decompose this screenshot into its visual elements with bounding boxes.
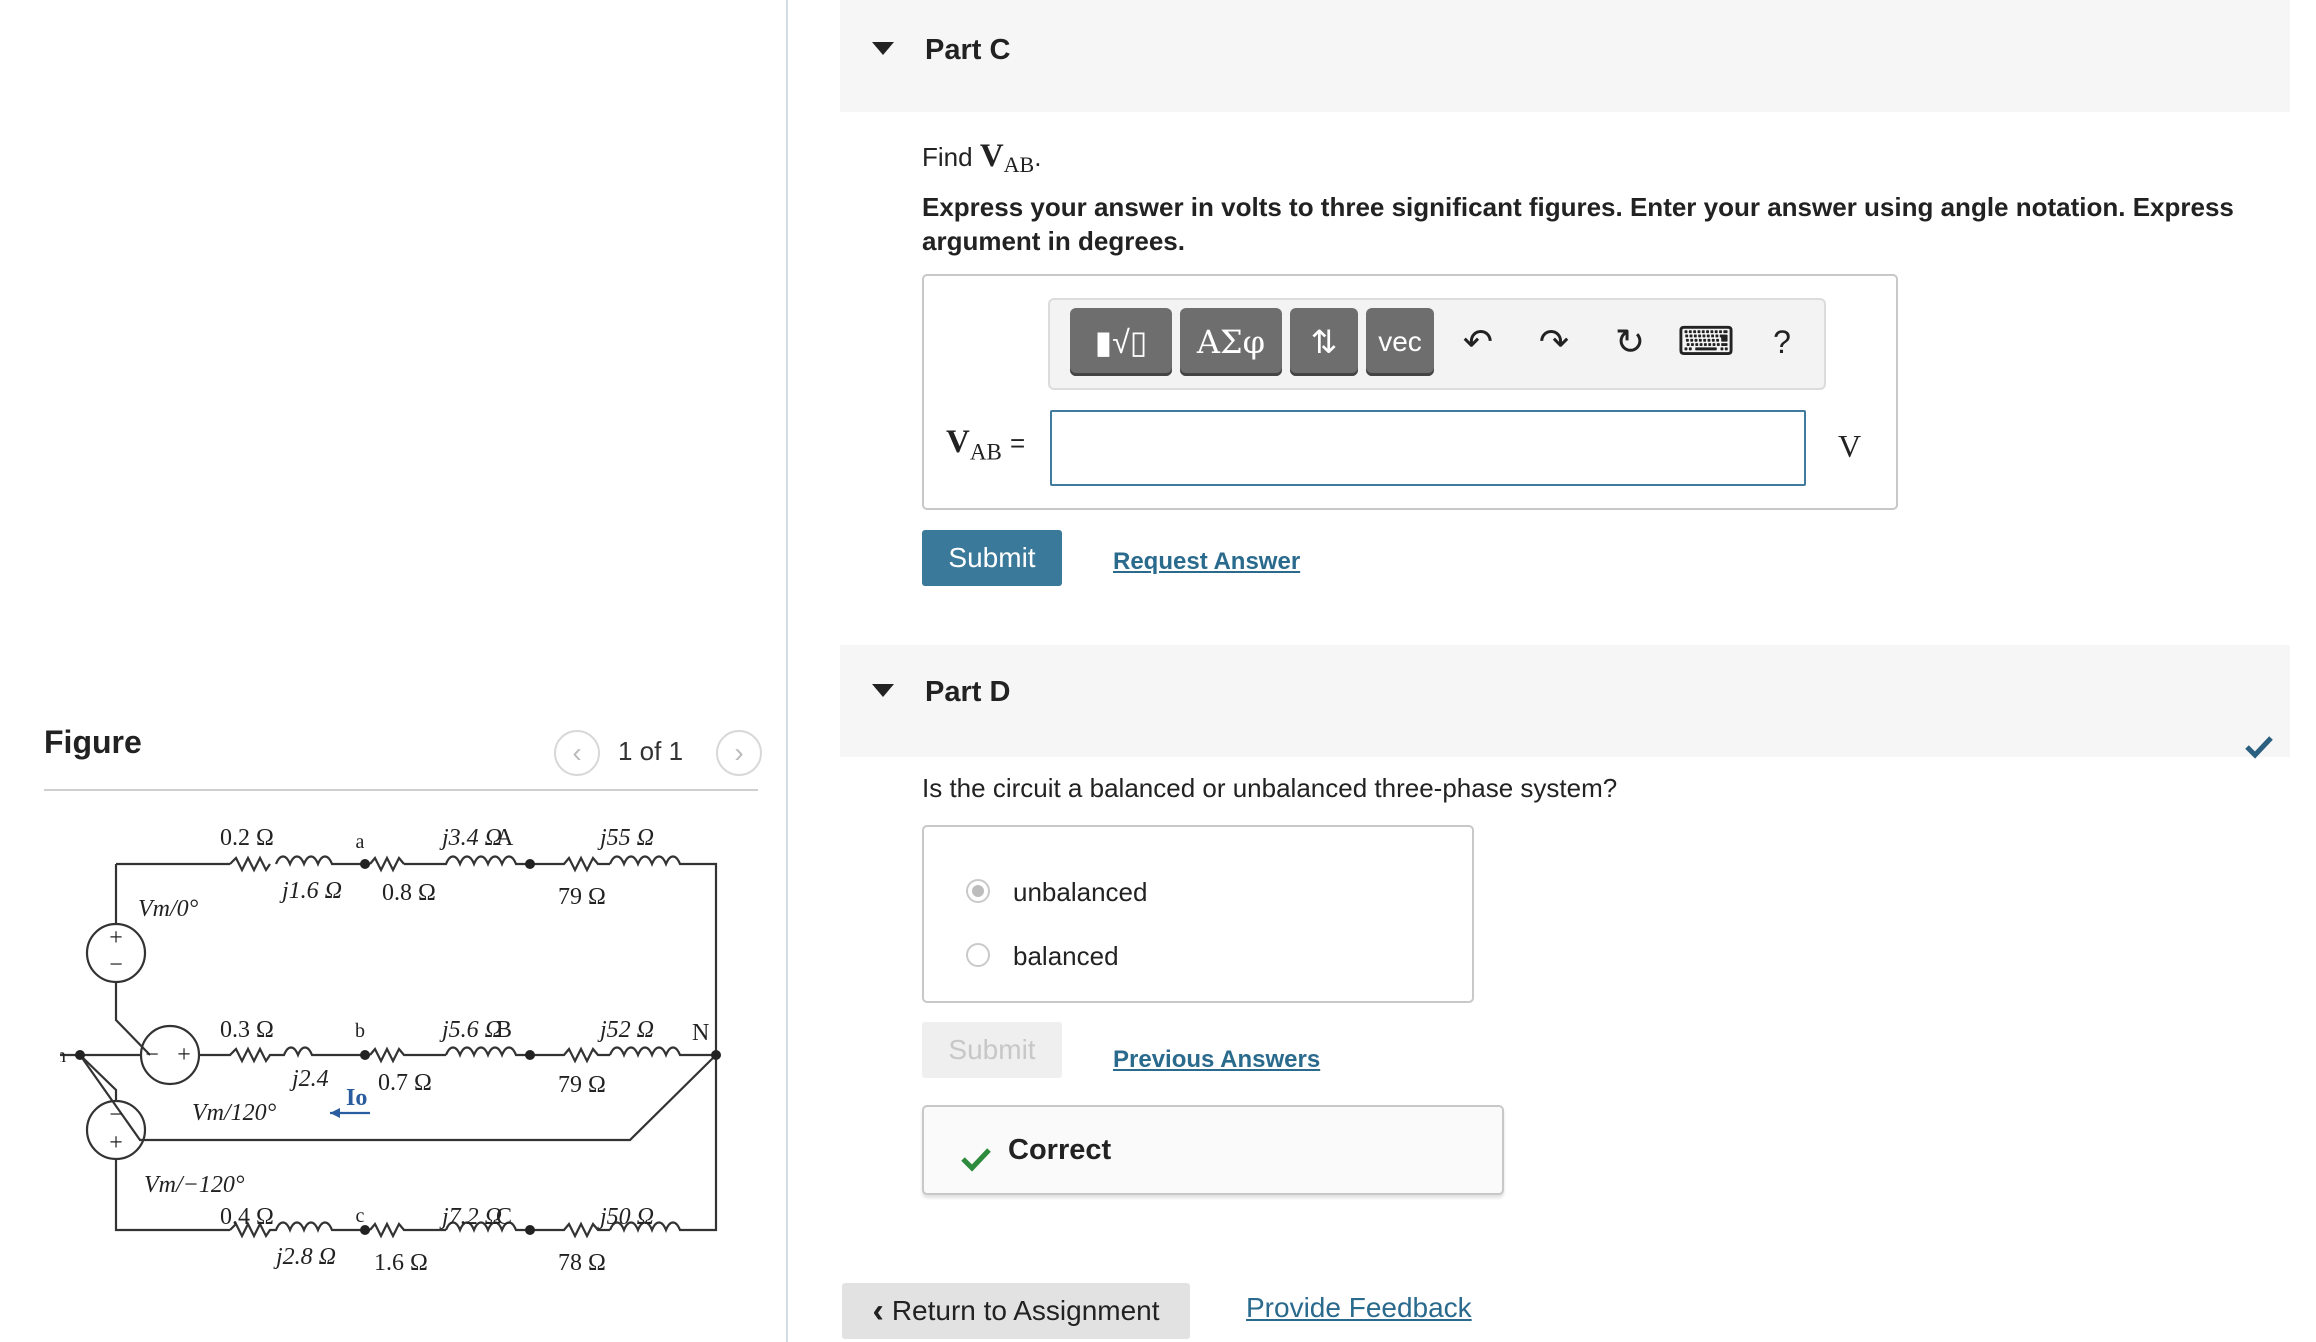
label-r-c3: 78 Ω (558, 1250, 606, 1276)
label-x-b3: j52 Ω (597, 1017, 654, 1043)
find-prefix: Find (922, 142, 973, 172)
provide-feedback-link[interactable]: Provide Feedback (1246, 1292, 1472, 1324)
caret-down-icon[interactable] (872, 684, 894, 697)
svg-text:+: + (177, 1042, 191, 1068)
vec-button[interactable]: vec (1366, 308, 1434, 376)
label-r-a3: 79 Ω (558, 884, 606, 910)
find-variable: V (979, 138, 1004, 174)
label-current: Io (346, 1085, 367, 1111)
label-src-b: Vm/120° (192, 1100, 277, 1126)
label-r-b1: 0.3 Ω (220, 1017, 274, 1043)
submit-button-disabled[interactable]: Submit (922, 1022, 1062, 1078)
svg-text:−: − (109, 952, 123, 978)
label-x-b1: j2.4 (289, 1066, 329, 1092)
checkmark-icon (2245, 736, 2273, 759)
request-answer-link[interactable]: Request Answer (1113, 548, 1300, 576)
figure-title: Figure (44, 724, 142, 760)
unit-label: V (1838, 428, 1862, 464)
label-node-N: N (692, 1020, 709, 1046)
undo-icon[interactable]: ↶ (1448, 312, 1508, 372)
label-r-b2: 0.7 Ω (378, 1070, 432, 1096)
part-d-header[interactable] (840, 645, 2290, 757)
options-container (922, 825, 1474, 1003)
find-subscript: AB (1003, 152, 1035, 178)
option-label[interactable]: unbalanced (1013, 877, 1147, 908)
chevron-left-icon: ‹ (872, 1291, 884, 1330)
greek-icon: ΑΣφ (1196, 323, 1266, 361)
help-icon[interactable]: ? (1752, 312, 1812, 372)
label-node-a: a (356, 831, 365, 853)
label-x-c3: j50 Ω (597, 1204, 654, 1230)
keyboard-icon[interactable]: ⌨ (1676, 312, 1736, 372)
label-x-c1: j2.8 Ω (273, 1244, 336, 1270)
vec-label: vec (1378, 326, 1422, 357)
label-src-c: Vm/−120° (144, 1172, 245, 1198)
label-r-c1: 0.4 Ω (220, 1204, 274, 1230)
label-r-c2: 1.6 Ω (374, 1250, 428, 1276)
label-node-C: C (496, 1204, 512, 1230)
label-x-b2: j5.6 Ω (439, 1017, 502, 1043)
return-label: Return to Assignment (891, 1295, 1160, 1326)
return-to-assignment-button[interactable]: ‹ Return to Assignment (842, 1283, 1190, 1339)
part-c-prompt: Find VAB. (922, 138, 1042, 178)
previous-answers-link[interactable]: Previous Answers (1113, 1046, 1320, 1074)
caret-down-icon[interactable] (872, 42, 894, 55)
option-label[interactable]: balanced (1013, 941, 1119, 972)
chevron-right-icon: › (734, 737, 744, 768)
answer-input[interactable] (1050, 410, 1806, 486)
label-r-a2: 0.8 Ω (382, 880, 436, 906)
label-x-a2: j3.4 Ω (439, 825, 502, 851)
label-r-b3: 79 Ω (558, 1072, 606, 1098)
greek-button[interactable]: ΑΣφ (1180, 308, 1282, 376)
arrows-icon: ⇅ (1310, 324, 1338, 360)
reset-icon[interactable]: ↻ (1600, 312, 1660, 372)
label-node-B: B (496, 1017, 512, 1043)
circuit-diagram: + − − + − + 0.2 Ω j1.6 Ω a 0.8 Ω j3.4 Ω … (60, 825, 721, 1276)
label-node-b: b (355, 1020, 365, 1042)
label-x-c2: j7.2 Ω (439, 1204, 502, 1230)
label-node-A: A (496, 825, 514, 851)
part-c-header[interactable] (840, 0, 2290, 112)
label-r-a1: 0.2 Ω (220, 825, 274, 851)
panel-divider (786, 0, 788, 1342)
chevron-left-icon: ‹ (572, 737, 582, 768)
answer-var-subscript: AB (969, 439, 1002, 465)
svg-text:+: + (109, 1130, 123, 1156)
label-src-a: Vm/0° (138, 896, 199, 922)
svg-text:+: + (109, 925, 123, 951)
answer-var: V (946, 424, 970, 460)
label-node-n: n (60, 1045, 66, 1067)
label-node-c: c (356, 1205, 365, 1227)
radio-unbalanced[interactable] (966, 879, 990, 903)
svg-text:−: − (145, 1042, 159, 1068)
arrows-button[interactable]: ⇅ (1290, 308, 1358, 376)
templates-button[interactable]: ▮√▯ (1070, 308, 1172, 376)
answer-variable-label: VAB = (946, 424, 1025, 466)
svg-text:−: − (109, 1102, 123, 1128)
next-figure-button[interactable]: › (716, 730, 762, 776)
redo-icon[interactable]: ↷ (1524, 312, 1584, 372)
part-c-title: Part C (925, 34, 1011, 66)
prev-figure-button[interactable]: ‹ (554, 730, 600, 776)
part-d-question: Is the circuit a balanced or unbalanced … (922, 773, 1618, 803)
figure-pager: 1 of 1 (618, 736, 684, 766)
feedback-text: Correct (1008, 1134, 1112, 1166)
correct-check-icon (961, 1148, 991, 1172)
submit-button[interactable]: Submit (922, 530, 1062, 586)
label-x-a3: j55 Ω (597, 825, 654, 851)
radio-balanced[interactable] (966, 943, 990, 967)
part-c-instructions: Express your answer in volts to three si… (922, 192, 2234, 256)
templates-icon: ▮√▯ (1094, 324, 1148, 360)
part-d-title: Part D (925, 676, 1011, 708)
label-x-a1: j1.6 Ω (279, 878, 342, 904)
figure-rule (44, 789, 758, 791)
equals-sign: = (1010, 428, 1026, 458)
